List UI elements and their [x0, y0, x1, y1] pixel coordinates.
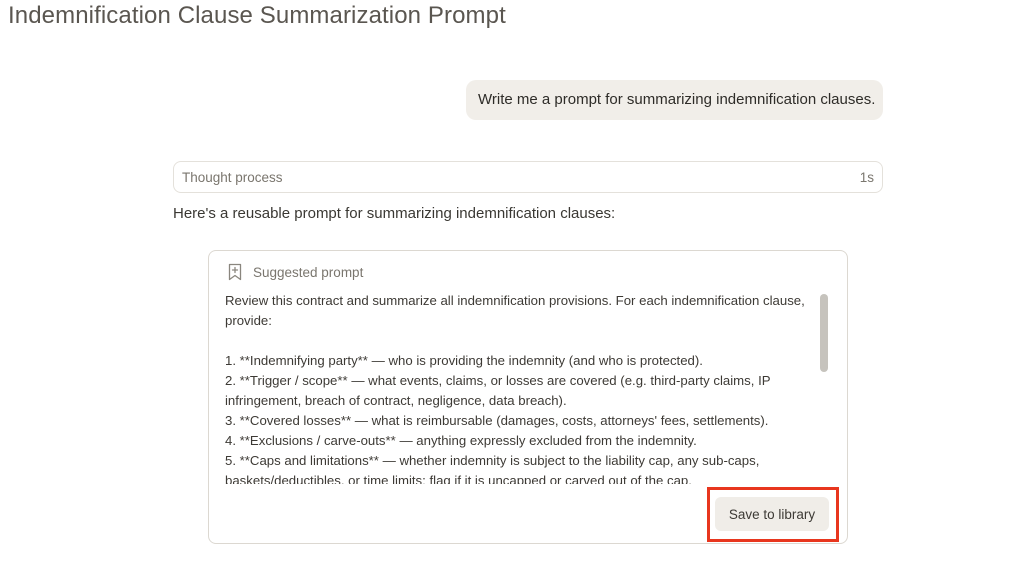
- prompt-line: 5. **Caps and limitations** — whether in…: [225, 453, 760, 484]
- card-header: Suggested prompt: [227, 263, 363, 281]
- thought-process-label: Thought process: [182, 169, 283, 185]
- bookmark-plus-icon: [227, 263, 243, 281]
- page-title: Indemnification Clause Summarization Pro…: [8, 2, 506, 29]
- prompt-line: 4. **Exclusions / carve-outs** — anythin…: [225, 433, 697, 448]
- thought-process-toggle[interactable]: Thought process 1s: [173, 161, 883, 193]
- prompt-line: Review this contract and summarize all i…: [225, 293, 805, 328]
- scrollbar-thumb[interactable]: [820, 294, 828, 372]
- save-to-library-button[interactable]: Save to library: [715, 497, 829, 531]
- prompt-line-blank: [225, 331, 813, 351]
- prompt-line: 2. **Trigger / scope** — what events, cl…: [225, 373, 771, 408]
- thought-process-duration: 1s: [859, 169, 874, 185]
- prompt-text-area[interactable]: Review this contract and summarize all i…: [225, 291, 813, 484]
- prompt-scrollbar[interactable]: [817, 291, 831, 484]
- card-header-label: Suggested prompt: [253, 264, 364, 280]
- suggested-prompt-card: Suggested prompt Review this contract an…: [208, 250, 848, 544]
- prompt-line: 3. **Covered losses** — what is reimburs…: [225, 413, 769, 428]
- prompt-line: 1. **Indemnifying party** — who is provi…: [225, 353, 703, 368]
- user-message-bubble: Write me a prompt for summarizing indemn…: [466, 80, 883, 120]
- assistant-reply-intro: Here's a reusable prompt for summarizing…: [173, 205, 616, 222]
